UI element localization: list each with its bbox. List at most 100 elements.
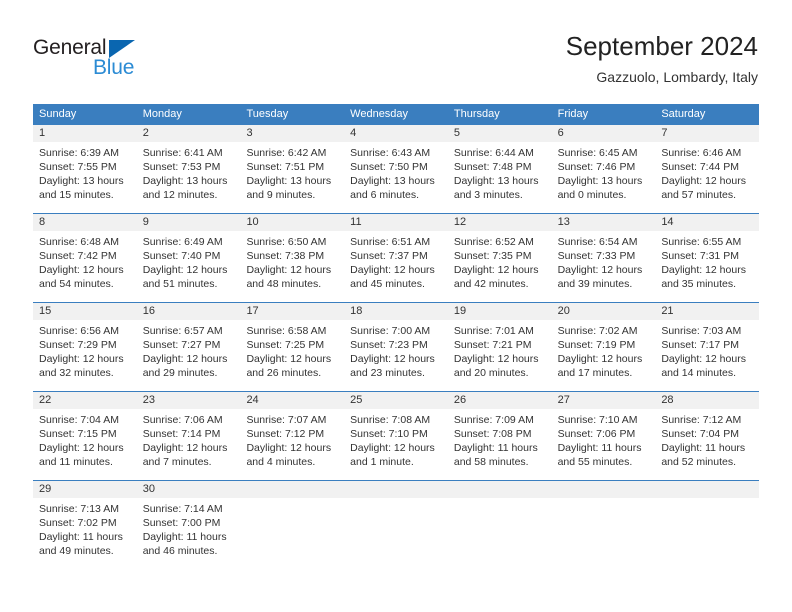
daylight-duration-line2: and 20 minutes. [453, 367, 529, 379]
calendar-day-cell[interactable]: 26 Sunrise: 7:09 AM Sunset: 7:08 PM Dayligh… [447, 391, 552, 480]
calendar-day-cell-empty [344, 480, 448, 569]
day-details: Sunrise: 7:08 AM Sunset: 7:10 PM Daylight:… [344, 409, 448, 480]
sunrise-time: Sunrise: 7:03 AM [661, 325, 742, 337]
logo-word-blue: Blue [93, 56, 135, 79]
sunrise-time: Sunrise: 7:13 AM [39, 503, 119, 515]
daylight-duration-line1: Daylight: 13 hours [453, 175, 539, 187]
calendar-day-cell[interactable]: 5 Sunrise: 6:44 AM Sunset: 7:48 PM Daylight… [447, 124, 552, 213]
sunset-time: Sunset: 7:38 PM [246, 250, 325, 262]
daylight-duration-line2: and 15 minutes. [39, 189, 114, 201]
day-details: Sunrise: 7:04 AM Sunset: 7:15 PM Daylight:… [33, 409, 137, 480]
calendar-day-cell[interactable]: 19 Sunrise: 7:01 AM Sunset: 7:21 PM Dayligh… [447, 302, 552, 391]
daylight-duration-line1: Daylight: 12 hours [661, 353, 746, 365]
day-number [447, 481, 552, 498]
calendar-day-cell[interactable]: 9 Sunrise: 6:49 AM Sunset: 7:40 PM Daylight… [136, 213, 241, 302]
sunrise-time: Sunrise: 6:44 AM [453, 147, 534, 159]
calendar-weeks: 1 Sunrise: 6:39 AM Sunset: 7:55 PM Daylight… [33, 124, 760, 569]
calendar-day-cell[interactable]: 24 Sunrise: 7:07 AM Sunset: 7:12 PM Dayligh… [240, 391, 345, 480]
daylight-duration-line1: Daylight: 13 hours [142, 175, 228, 187]
day-number: 23 [136, 392, 241, 409]
day-number: 30 [136, 481, 241, 498]
calendar-day-cell[interactable]: 29 Sunrise: 7:13 AM Sunset: 7:02 PM Dayligh… [33, 480, 137, 569]
calendar-day-cell[interactable]: 17 Sunrise: 6:58 AM Sunset: 7:25 PM Dayligh… [240, 302, 345, 391]
daylight-duration-line2: and 4 minutes. [246, 456, 316, 468]
day-details: Sunrise: 7:07 AM Sunset: 7:12 PM Daylight:… [240, 409, 344, 480]
calendar-day-cell[interactable]: 11 Sunrise: 6:51 AM Sunset: 7:37 PM Dayligh… [344, 213, 448, 302]
daylight-duration-line1: Daylight: 12 hours [142, 442, 228, 454]
sunset-time: Sunset: 7:33 PM [557, 250, 636, 262]
daylight-duration-line1: Daylight: 12 hours [661, 175, 746, 187]
daylight-duration-line2: and 29 minutes. [142, 367, 218, 379]
calendar-day-cell[interactable]: 3 Sunrise: 6:42 AM Sunset: 7:51 PM Daylight… [240, 124, 345, 213]
calendar-day-cell[interactable]: 23 Sunrise: 7:06 AM Sunset: 7:14 PM Dayligh… [136, 391, 241, 480]
calendar-day-cell[interactable]: 15 Sunrise: 6:56 AM Sunset: 7:29 PM Dayligh… [33, 302, 137, 391]
daylight-duration-line1: Daylight: 12 hours [661, 264, 746, 276]
sunset-time: Sunset: 7:40 PM [142, 250, 221, 262]
calendar-day-cell[interactable]: 8 Sunrise: 6:48 AM Sunset: 7:42 PM Daylight… [33, 213, 137, 302]
calendar-day-cell[interactable]: 20 Sunrise: 7:02 AM Sunset: 7:19 PM Dayligh… [551, 302, 656, 391]
calendar-day-cell[interactable]: 2 Sunrise: 6:41 AM Sunset: 7:53 PM Daylight… [136, 124, 241, 213]
sunset-time: Sunset: 7:27 PM [142, 339, 221, 351]
calendar-day-cell[interactable]: 7 Sunrise: 6:46 AM Sunset: 7:44 PM Daylight… [655, 124, 760, 213]
sunrise-time: Sunrise: 6:58 AM [246, 325, 327, 337]
calendar-day-cell[interactable]: 25 Sunrise: 7:08 AM Sunset: 7:10 PM Dayligh… [344, 391, 448, 480]
day-details: Sunrise: 6:43 AM Sunset: 7:50 PM Daylight:… [344, 142, 448, 213]
day-details: Sunrise: 6:54 AM Sunset: 7:33 PM Daylight:… [552, 231, 656, 302]
calendar-day-cell[interactable]: 22 Sunrise: 7:04 AM Sunset: 7:15 PM Dayligh… [33, 391, 137, 480]
calendar-week-row: 29 Sunrise: 7:13 AM Sunset: 7:02 PM Dayligh… [33, 480, 760, 569]
daylight-duration-line2: and 1 minute. [350, 456, 414, 468]
sunset-time: Sunset: 7:14 PM [142, 428, 221, 440]
general-blue-logo[interactable]: General Blue [33, 36, 213, 82]
sunrise-time: Sunrise: 6:39 AM [39, 147, 119, 159]
calendar-page: General Blue September 2024 Gazzuolo, Lo… [0, 0, 792, 612]
calendar-day-cell[interactable]: 12 Sunrise: 6:52 AM Sunset: 7:35 PM Dayligh… [447, 213, 552, 302]
day-number: 8 [33, 214, 137, 231]
sunrise-time: Sunrise: 7:01 AM [453, 325, 534, 337]
sunset-time: Sunset: 7:12 PM [246, 428, 325, 440]
sunrise-time: Sunrise: 7:07 AM [246, 414, 327, 426]
calendar-day-cell[interactable]: 27 Sunrise: 7:10 AM Sunset: 7:06 PM Dayligh… [551, 391, 656, 480]
daylight-duration-line1: Daylight: 12 hours [142, 264, 228, 276]
calendar-day-cell[interactable]: 21 Sunrise: 7:03 AM Sunset: 7:17 PM Dayligh… [655, 302, 760, 391]
calendar-day-cell[interactable]: 13 Sunrise: 6:54 AM Sunset: 7:33 PM Dayligh… [551, 213, 656, 302]
calendar-day-cell[interactable]: 14 Sunrise: 6:55 AM Sunset: 7:31 PM Dayligh… [655, 213, 760, 302]
calendar-week-row: 1 Sunrise: 6:39 AM Sunset: 7:55 PM Daylight… [33, 124, 760, 213]
calendar-day-cell-empty [447, 480, 552, 569]
calendar-day-cell[interactable]: 4 Sunrise: 6:43 AM Sunset: 7:50 PM Daylight… [344, 124, 448, 213]
calendar-day-cell[interactable]: 6 Sunrise: 6:45 AM Sunset: 7:46 PM Daylight… [551, 124, 656, 213]
day-details: Sunrise: 6:56 AM Sunset: 7:29 PM Daylight:… [33, 320, 137, 391]
daylight-duration-line1: Daylight: 12 hours [557, 353, 643, 365]
day-details: Sunrise: 6:51 AM Sunset: 7:37 PM Daylight:… [344, 231, 448, 302]
calendar-day-cell[interactable]: 10 Sunrise: 6:50 AM Sunset: 7:38 PM Dayligh… [240, 213, 345, 302]
weekday-header-friday: Friday [557, 108, 589, 120]
day-number: 4 [344, 125, 448, 142]
day-number: 26 [447, 392, 552, 409]
sunset-time: Sunset: 7:48 PM [453, 161, 532, 173]
day-number: 9 [136, 214, 241, 231]
daylight-duration-line2: and 14 minutes. [661, 367, 737, 379]
day-number: 12 [447, 214, 552, 231]
sunrise-time: Sunrise: 7:12 AM [661, 414, 742, 426]
calendar-day-cell[interactable]: 30 Sunrise: 7:14 AM Sunset: 7:00 PM Dayligh… [136, 480, 241, 569]
calendar-day-cell[interactable]: 16 Sunrise: 6:57 AM Sunset: 7:27 PM Dayligh… [136, 302, 241, 391]
daylight-duration-line2: and 54 minutes. [39, 278, 114, 290]
day-number: 21 [655, 303, 760, 320]
day-details: Sunrise: 7:12 AM Sunset: 7:04 PM Daylight:… [655, 409, 759, 480]
sunrise-time: Sunrise: 7:09 AM [453, 414, 534, 426]
daylight-duration-line1: Daylight: 12 hours [39, 353, 124, 365]
daylight-duration-line2: and 23 minutes. [350, 367, 425, 379]
sunrise-time: Sunrise: 6:48 AM [39, 236, 119, 248]
daylight-duration-line1: Daylight: 11 hours [661, 442, 746, 454]
day-details: Sunrise: 7:14 AM Sunset: 7:00 PM Daylight:… [137, 498, 241, 569]
calendar-day-cell[interactable]: 28 Sunrise: 7:12 AM Sunset: 7:04 PM Dayligh… [655, 391, 760, 480]
calendar-day-cell[interactable]: 18 Sunrise: 7:00 AM Sunset: 7:23 PM Dayligh… [344, 302, 448, 391]
day-number: 22 [33, 392, 137, 409]
calendar-day-cell[interactable]: 1 Sunrise: 6:39 AM Sunset: 7:55 PM Daylight… [33, 124, 137, 213]
calendar-week-row: 15 Sunrise: 6:56 AM Sunset: 7:29 PM Dayligh… [33, 302, 760, 391]
sunset-time: Sunset: 7:53 PM [142, 161, 221, 173]
weekday-header-saturday: Saturday [661, 108, 706, 120]
sunset-time: Sunset: 7:29 PM [39, 339, 117, 351]
daylight-duration-line2: and 6 minutes. [350, 189, 420, 201]
daylight-duration-line2: and 9 minutes. [246, 189, 316, 201]
daylight-duration-line2: and 32 minutes. [39, 367, 114, 379]
